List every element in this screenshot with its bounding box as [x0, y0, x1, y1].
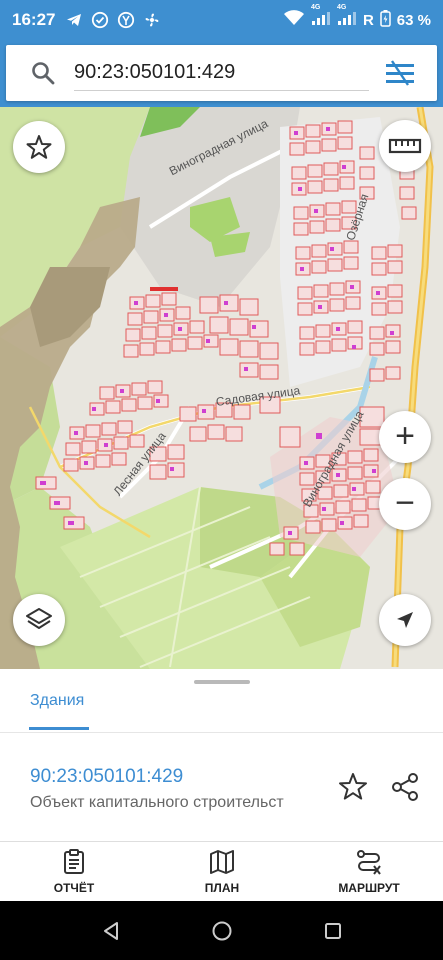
share-icon[interactable] — [389, 771, 421, 803]
cadastral-map[interactable]: Виноградная улица Садовая улица Лесная у… — [0, 107, 443, 669]
map-canvas[interactable] — [0, 107, 443, 669]
favorite-star-icon[interactable] — [337, 771, 369, 803]
zoom-in-button[interactable]: + — [379, 411, 431, 463]
signal-icon-1: 4G — [311, 4, 331, 30]
nav-route[interactable]: МАРШРУТ — [319, 848, 419, 895]
bottom-sheet: Здания 90:23:050101:429 Объект капитальн… — [0, 669, 443, 841]
check-circle-icon — [91, 11, 109, 29]
tab-buildings[interactable]: Здания — [30, 692, 84, 710]
nav-plan[interactable]: ПЛАН — [172, 848, 272, 895]
route-icon — [357, 850, 381, 875]
locate-button[interactable] — [379, 594, 431, 646]
tab-active-indicator — [29, 727, 89, 730]
zoom-out-button[interactable]: − — [379, 478, 431, 530]
search-input[interactable] — [74, 55, 369, 91]
plus-icon: + — [395, 416, 415, 455]
roaming-indicator: R — [362, 11, 374, 29]
status-time: 16:27 — [12, 10, 56, 29]
status-right: 4G 4G R 63 % — [283, 4, 431, 31]
sheet-drag-handle[interactable] — [194, 680, 250, 684]
minus-icon: − — [395, 483, 415, 522]
divider — [0, 732, 443, 733]
battery-icon — [380, 9, 391, 31]
layers-icon — [26, 608, 52, 629]
layers-button[interactable] — [13, 594, 65, 646]
notification-icons — [65, 11, 161, 29]
network-type-2: 4G — [336, 4, 347, 11]
fan-icon — [143, 11, 161, 29]
clipboard-icon — [64, 849, 84, 874]
result-object-type: Объект капитального строительст — [30, 794, 284, 811]
status-bar: 16:27 4G 4G R 63 % — [0, 0, 443, 40]
search-bar[interactable] — [6, 45, 437, 101]
nav-plan-label: ПЛАН — [204, 881, 240, 895]
nav-report[interactable]: ОТЧЁТ — [24, 848, 124, 895]
ruler-icon — [388, 138, 422, 154]
ruler-button[interactable] — [379, 120, 431, 172]
network-type-1: 4G — [310, 4, 321, 11]
wifi-icon — [283, 10, 305, 30]
result-cadastral-number[interactable]: 90:23:050101:429 — [30, 766, 183, 788]
home-icon[interactable] — [211, 920, 233, 942]
telegram-icon — [65, 11, 83, 29]
back-icon[interactable] — [100, 920, 122, 942]
yandex-icon — [117, 11, 135, 29]
nav-report-label: ОТЧЁТ — [53, 881, 95, 895]
map-icon — [210, 850, 234, 874]
bottom-navigation: ОТЧЁТ ПЛАН МАРШРУТ — [0, 841, 443, 901]
search-icon[interactable] — [30, 60, 56, 86]
navigation-arrow-icon — [397, 612, 413, 628]
star-outline-icon — [26, 135, 52, 159]
signal-icon-2: 4G — [337, 4, 357, 30]
system-navigation-bar — [0, 901, 443, 960]
nav-route-label: МАРШРУТ — [338, 881, 400, 895]
favorites-button[interactable] — [13, 121, 65, 173]
search-header — [0, 40, 443, 107]
recents-icon[interactable] — [322, 920, 344, 942]
filter-icon[interactable] — [383, 56, 417, 90]
battery-percent: 63 % — [396, 11, 431, 29]
